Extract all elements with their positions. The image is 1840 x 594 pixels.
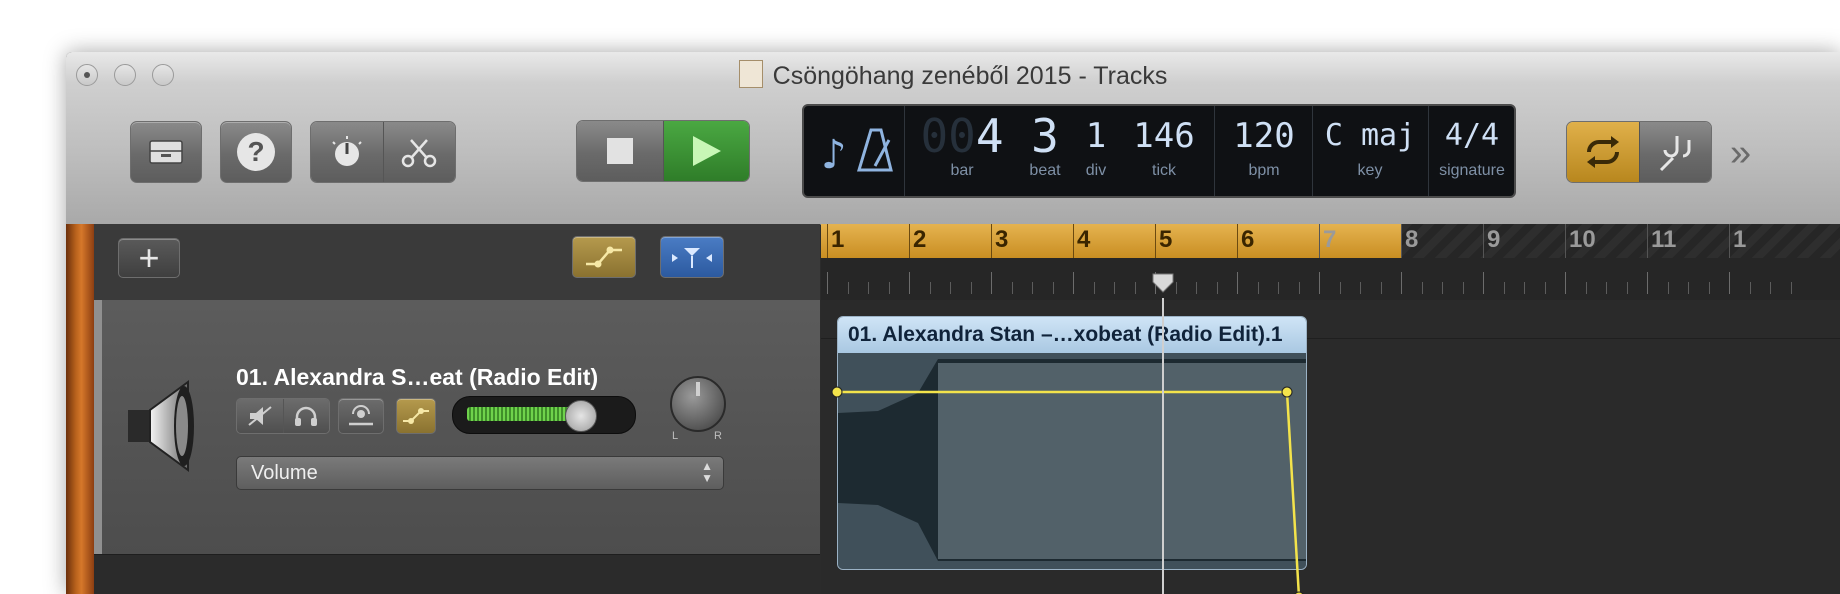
library-edge [66, 224, 94, 594]
knob-icon [332, 136, 362, 166]
quick-help-button[interactable]: ? [220, 121, 292, 183]
tuning-fork-icon [1660, 136, 1691, 172]
mute-button[interactable] [237, 399, 284, 433]
playhead-handle[interactable] [1151, 272, 1175, 294]
library-tray-icon [149, 140, 183, 164]
input-monitor-icon [349, 405, 373, 426]
volume-slider-knob[interactable] [565, 400, 597, 432]
pan-knob[interactable] [670, 376, 726, 432]
track-automation-button[interactable] [396, 398, 436, 434]
cycle-icon [1586, 136, 1619, 168]
cycle-tuner-group [1566, 121, 1712, 183]
playhead-line [1162, 298, 1164, 594]
pan-left-label: L [672, 430, 679, 442]
tracks-area[interactable]: 01. Alexandra Stan –…xobeat (Radio Edit)… [821, 298, 1840, 594]
bar-position[interactable]: 004 bar [916, 110, 1008, 192]
library-button[interactable] [130, 121, 202, 183]
play-icon [693, 136, 722, 166]
plus-icon: + [138, 237, 160, 278]
stop-icon [606, 138, 633, 164]
editors-button[interactable] [383, 122, 455, 182]
help-icon: ? [237, 133, 275, 171]
metronome-icon: ♪ [821, 128, 893, 178]
volume-automation-curve[interactable] [821, 300, 1840, 594]
ruler-bar-number: 7 [1323, 226, 1337, 253]
mute-speaker-icon [248, 406, 272, 426]
automation-curve-icon [403, 408, 429, 424]
automation-parameter-label: Volume [251, 462, 318, 484]
lcd-display[interactable]: ♪ 004 bar 3beat 1div 146tick 120bpm [802, 104, 1516, 198]
volume-slider[interactable] [452, 396, 636, 434]
stop-button[interactable] [577, 121, 664, 181]
window-title: Csöngöhang zenéből 2015 - Tracks [66, 60, 1840, 91]
ruler-bar-number: 4 [1077, 226, 1091, 253]
ruler-bar-number: 1 [1733, 226, 1747, 253]
automation-icon [586, 246, 622, 268]
scissors-icon [402, 139, 437, 168]
track-name[interactable]: 01. Alexandra S…eat (Radio Edit) [236, 364, 598, 391]
tick-position[interactable]: 146 tick [1116, 110, 1212, 192]
toolbar: Csöngöhang zenéből 2015 - Tracks ? ♪ 004… [66, 52, 1840, 225]
metronome-count-in[interactable]: ♪ [810, 110, 900, 192]
time-signature-display[interactable]: 4/4 signature [1430, 110, 1514, 192]
timeline-ruler[interactable]: 1 2 3 4 5 6 7 8 9 10 11 1 [821, 224, 1840, 301]
automation-parameter-select[interactable]: Volume ▲ ▼ [236, 456, 724, 490]
up-down-chevron-icon: ▲ ▼ [701, 459, 713, 485]
cycle-button[interactable] [1567, 122, 1640, 182]
catch-playhead-button[interactable] [660, 236, 724, 278]
ruler-bar-number: 1 [831, 226, 845, 253]
document-icon [738, 60, 763, 88]
beat-position[interactable]: 3 beat [1014, 110, 1076, 192]
pan-right-label: R [714, 430, 722, 442]
mute-solo-group [236, 398, 330, 434]
ruler-bar-number: 8 [1405, 226, 1419, 253]
garageband-window: Csöngöhang zenéből 2015 - Tracks ? ♪ 004… [66, 52, 1840, 594]
ruler-bar-number: 3 [995, 226, 1009, 253]
play-button[interactable] [663, 121, 749, 181]
tracks-header-bar: + [94, 224, 820, 301]
cycle-area[interactable] [821, 224, 1401, 258]
automation-toggle-button[interactable] [572, 236, 636, 278]
track-select-bar [94, 300, 102, 554]
tuner-button[interactable] [1639, 122, 1711, 182]
speaker-icon [128, 380, 194, 472]
div-position[interactable]: 1 div [1074, 110, 1118, 192]
ruler-bar-number: 2 [913, 226, 927, 253]
ruler-bar-number: 9 [1487, 226, 1501, 253]
track-header[interactable]: 01. Alexandra S…eat (Radio Edit) L R Vol… [94, 300, 820, 555]
toolbar-overflow-button[interactable]: » [1730, 132, 1751, 175]
headphones-icon [295, 406, 318, 426]
ruler-bar-number: 11 [1651, 226, 1677, 253]
ruler-bar-number: 10 [1569, 226, 1596, 253]
ruler-bar-number: 5 [1159, 226, 1173, 253]
add-track-button[interactable]: + [118, 238, 180, 278]
transport-controls [576, 120, 750, 182]
flex-icon [672, 248, 712, 268]
view-buttons-group [310, 121, 456, 183]
key-display[interactable]: C maj key [1316, 110, 1424, 192]
solo-button[interactable] [283, 399, 329, 433]
ruler-bar-number: 6 [1241, 226, 1255, 253]
tempo-display[interactable]: 120 bpm [1220, 110, 1308, 192]
record-enable-button[interactable] [338, 398, 384, 434]
svg-text:♪: ♪ [821, 132, 847, 178]
smart-controls-button[interactable] [311, 122, 384, 182]
